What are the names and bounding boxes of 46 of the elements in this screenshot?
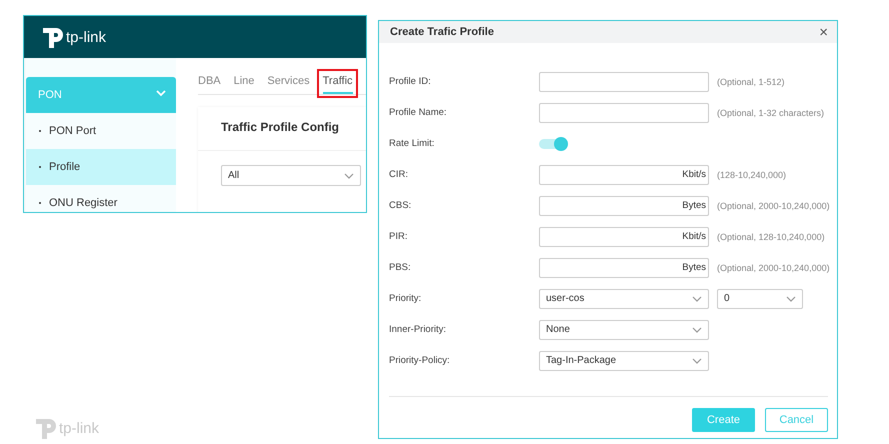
logo-text: tp-link: [66, 28, 106, 46]
dropdown[interactable]: 0: [717, 288, 803, 308]
toggle-switch[interactable]: [539, 136, 568, 150]
close-button[interactable]: ×: [819, 24, 828, 40]
field-label: Profile Name:: [389, 107, 448, 118]
hint-text: (Optional, 128-10,240,000): [717, 232, 825, 242]
input-field[interactable]: Kbit/s: [539, 164, 709, 184]
field-label: PBS:: [389, 262, 412, 273]
dropdown[interactable]: None: [539, 320, 709, 340]
tab[interactable]: Services: [267, 75, 310, 94]
menu-item[interactable]: ONU Register: [26, 185, 176, 212]
input-field[interactable]: [539, 72, 709, 92]
input-field[interactable]: Kbit/s: [539, 226, 709, 246]
field-label: Inner-Priority:: [389, 324, 448, 335]
dialog-title: Create Trafic Profile: [390, 26, 494, 38]
caret-icon: [692, 326, 702, 332]
logo-icon: [40, 25, 64, 49]
field-label: Rate Limit:: [389, 138, 436, 149]
hint-text: (128-10,240,000): [717, 170, 786, 180]
logo-icon: [33, 416, 57, 440]
dropdown[interactable]: Tag-In-Package: [539, 350, 709, 370]
field-label: Profile ID:: [389, 76, 432, 87]
tab[interactable]: Traffic: [322, 75, 353, 94]
caret-icon: [692, 358, 702, 364]
field-label: PIR:: [389, 231, 408, 242]
input-field[interactable]: Bytes: [539, 196, 709, 216]
field-label: Priority-Policy:: [389, 355, 451, 366]
caret-icon: [692, 296, 702, 302]
hint-text: (Optional, 2000-10,240,000): [717, 262, 830, 272]
caret-icon: [786, 296, 796, 302]
menu-item[interactable]: Profile: [26, 149, 176, 185]
tab[interactable]: DBA: [198, 75, 221, 94]
hint-text: (Optional, 1-512): [717, 76, 785, 86]
hint-text: (Optional, 2000-10,240,000): [717, 200, 830, 210]
hint-text: (Optional, 1-32 characters): [717, 108, 824, 118]
menu-item[interactable]: PON Port: [26, 113, 176, 149]
filter-dropdown[interactable]: All: [221, 165, 361, 186]
tab[interactable]: Line: [234, 75, 254, 94]
field-label: Priority:: [389, 293, 422, 304]
caret-icon: [344, 172, 354, 178]
dropdown[interactable]: user-cos: [539, 288, 709, 308]
field-label: CBS:: [389, 200, 412, 211]
input-field[interactable]: Bytes: [539, 258, 709, 278]
field-label: CIR:: [389, 169, 409, 180]
input-field[interactable]: [539, 102, 709, 122]
card-title: Traffic Profile Config: [221, 120, 340, 134]
